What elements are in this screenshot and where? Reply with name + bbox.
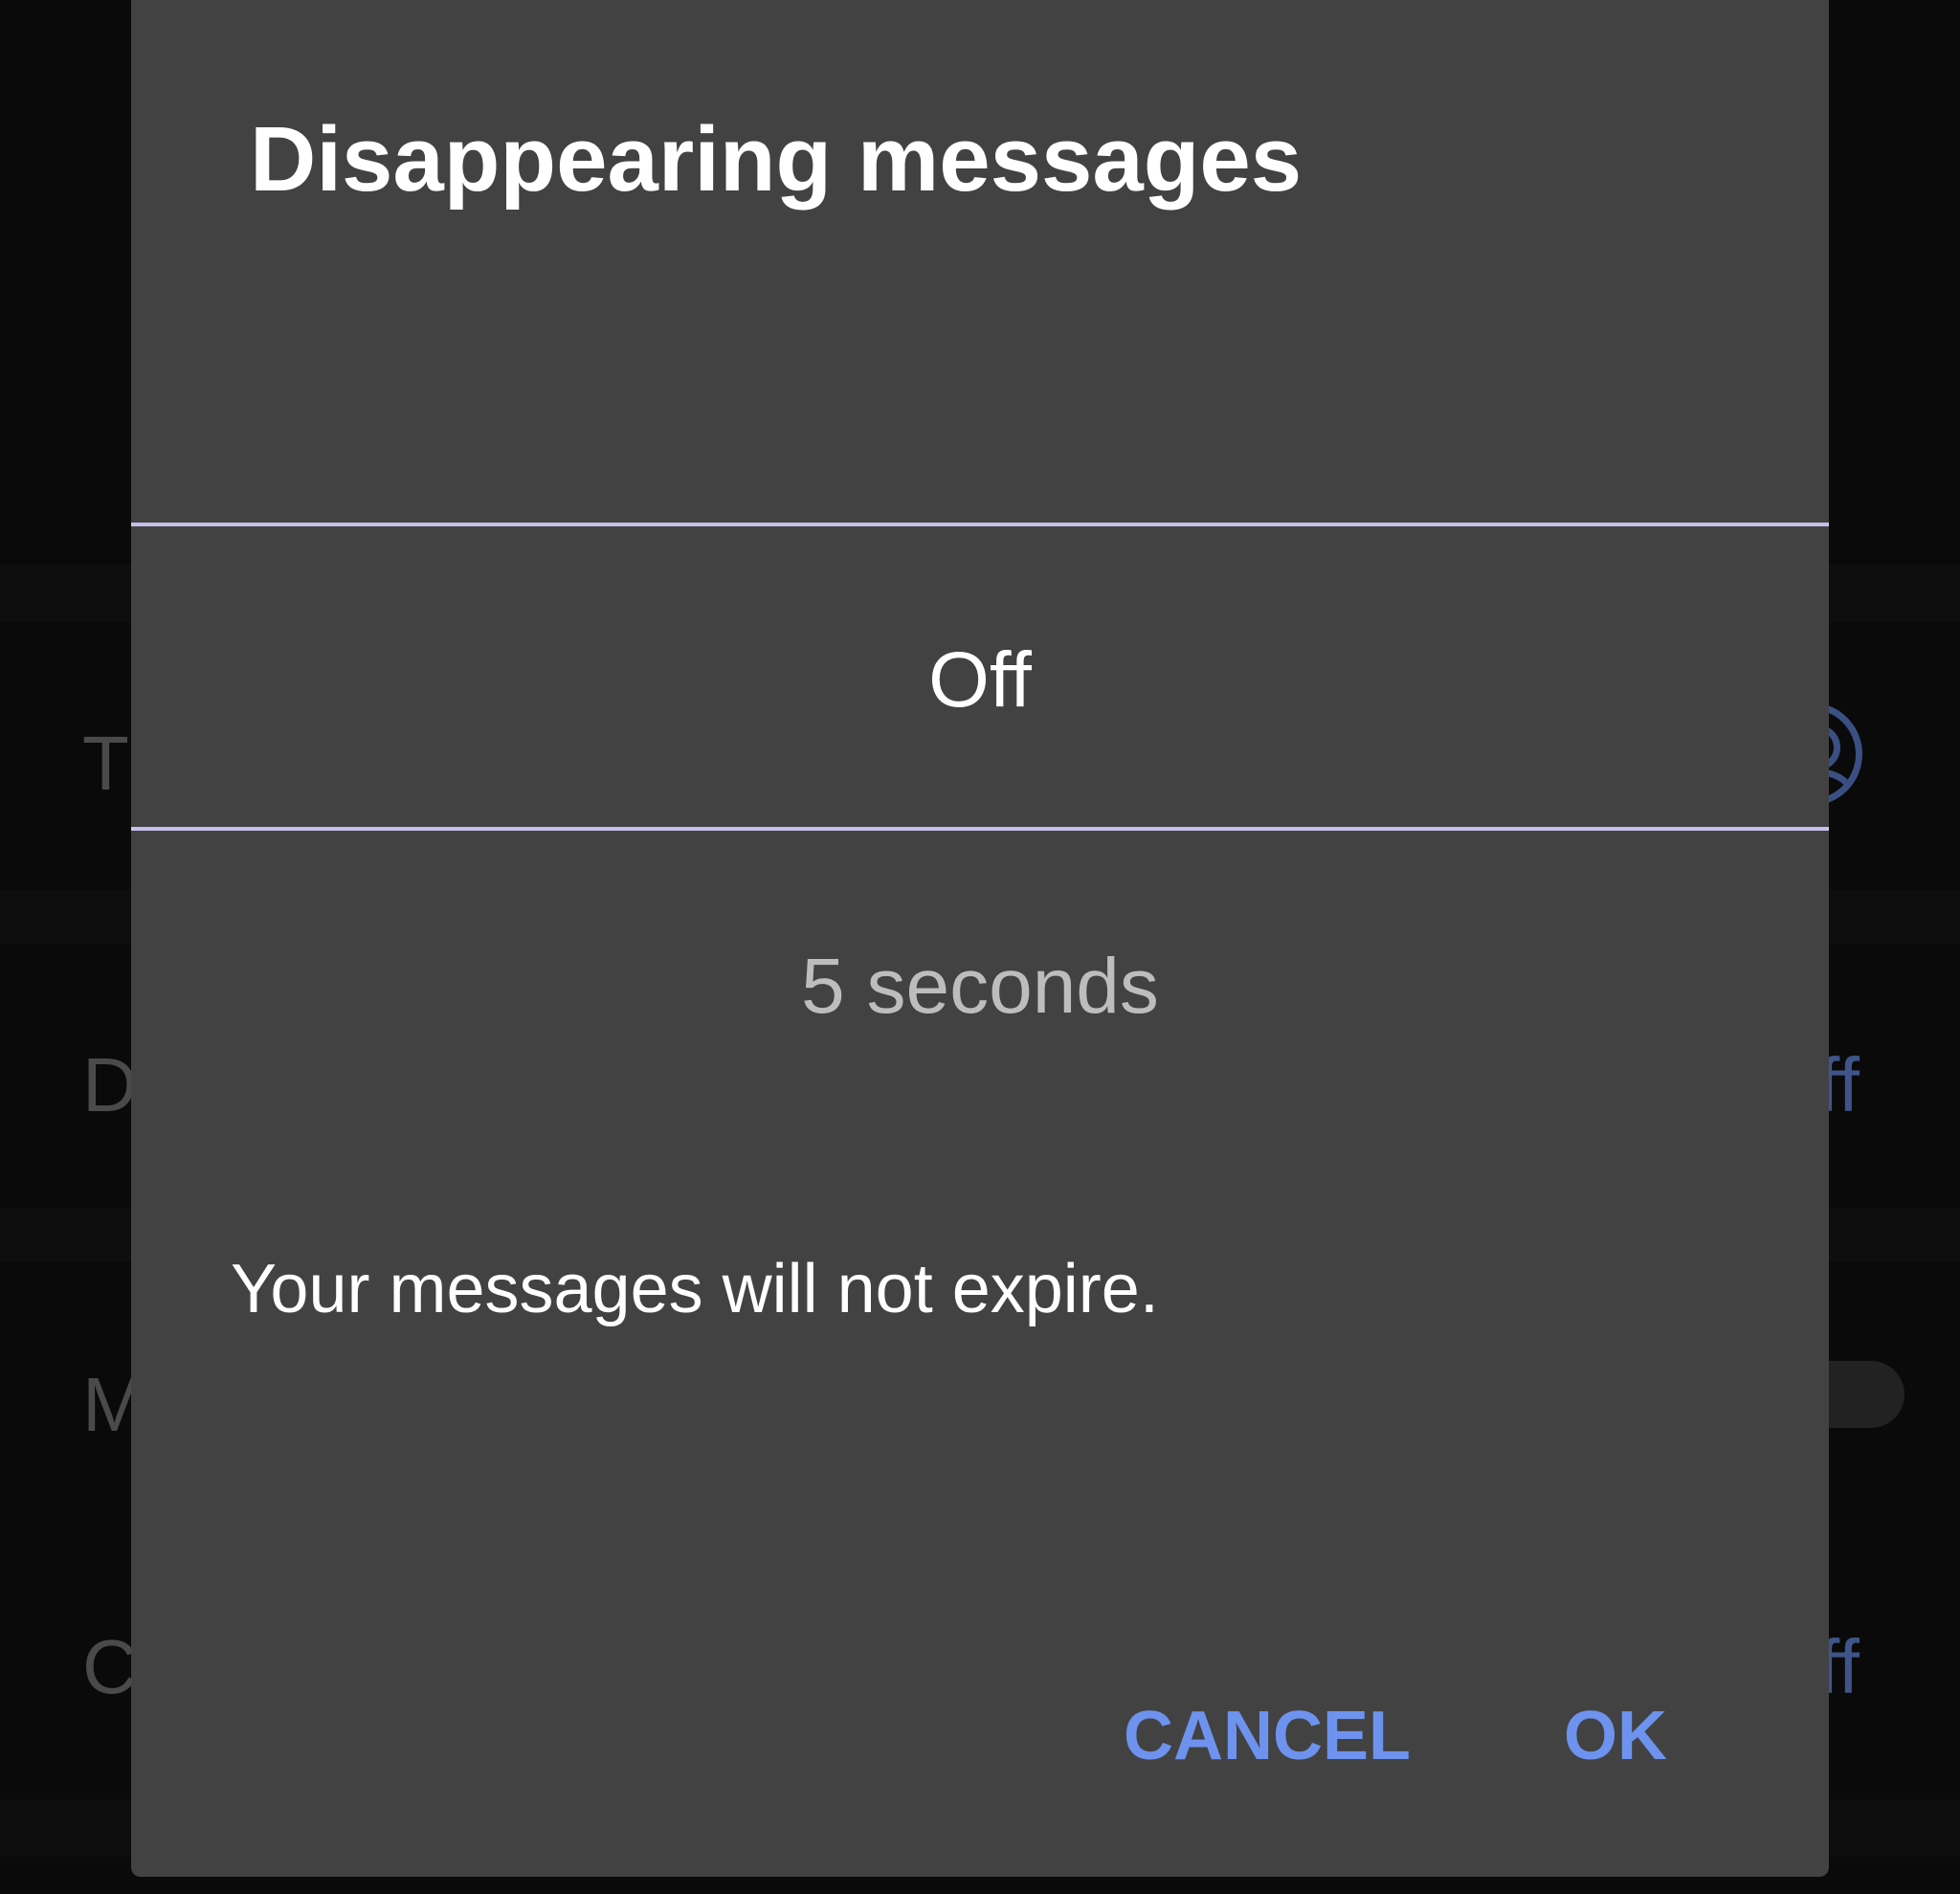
disappearing-messages-dialog: Disappearing messages Off 5 seconds Your… <box>131 0 1829 1877</box>
background-row-label: C <box>82 1624 138 1709</box>
background-row-label: T <box>82 721 129 806</box>
picker-divider-top <box>131 523 1829 526</box>
cancel-button[interactable]: CANCEL <box>1124 1702 1411 1771</box>
picker-option-next[interactable]: 5 seconds <box>131 947 1829 1026</box>
background-row-label: D <box>82 1042 138 1127</box>
dialog-message: Your messages will not expire. <box>231 1251 1159 1327</box>
picker-divider-bottom <box>131 827 1829 831</box>
picker-option-selected[interactable]: Off <box>131 641 1829 720</box>
ok-button[interactable]: OK <box>1564 1702 1667 1771</box>
dialog-title: Disappearing messages <box>250 108 1303 211</box>
